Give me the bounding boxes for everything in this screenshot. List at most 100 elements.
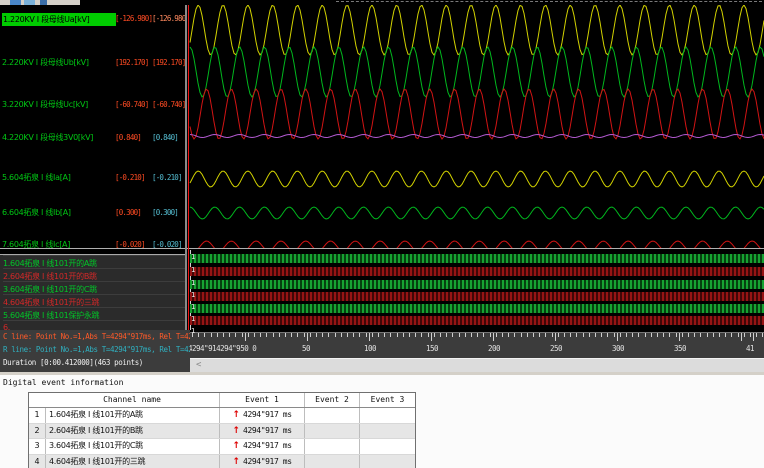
axis-tick-label: 100	[364, 344, 377, 353]
minor-tick	[595, 333, 596, 337]
minor-tick	[688, 333, 689, 337]
minor-tick	[489, 333, 491, 337]
digital-status-bar	[190, 267, 764, 276]
cursor-value-c: [0.300]	[115, 208, 142, 217]
minor-tick	[719, 333, 720, 337]
channel-label: 5.604拓泉 I 线Ia[A]	[2, 173, 71, 182]
minor-tick	[669, 333, 671, 337]
cursor-value-r: [0.840]	[152, 133, 179, 142]
cursor-value-r: [192.170]	[152, 58, 186, 67]
minor-tick	[495, 333, 497, 337]
table-row[interactable]: 2 2.604拓泉 I 线101开的B跳 ↑ 4294"917 ms	[29, 422, 415, 438]
table-row[interactable]: 3 3.604拓泉 I 线101开的C跳 ↑ 4294"917 ms	[29, 438, 415, 454]
time-axis-ruler[interactable]: 4294"914294"950 0 50 100 150 200 250 300 350 41	[190, 332, 764, 359]
channel-name-cell: 4.604拓泉 I 线101开的三跳	[45, 454, 219, 468]
minor-tick	[241, 333, 243, 337]
minor-tick	[551, 333, 553, 337]
minor-tick	[526, 333, 528, 337]
minor-tick	[235, 333, 237, 337]
minor-tick	[378, 333, 379, 337]
digital-channel-label[interactable]: 6.	[3, 320, 185, 330]
event-up-arrow-icon: ↑	[232, 456, 244, 467]
table-row[interactable]: 1 1.604拓泉 I 线101开的A跳 ↑ 4294"917 ms	[29, 408, 415, 423]
axis-tick-label: 150	[426, 344, 439, 353]
minor-tick	[502, 333, 503, 337]
minor-tick	[712, 333, 714, 337]
minor-tick	[743, 333, 745, 337]
channel-label: 3.220KV I 段母线Uc[kV]	[2, 100, 88, 109]
minor-tick	[663, 333, 665, 337]
minor-tick	[601, 333, 603, 337]
event3-cell	[359, 408, 415, 423]
minor-tick	[657, 333, 658, 337]
minor-tick	[520, 333, 522, 337]
cursor-value-c: [0.840]	[115, 133, 142, 142]
minor-tick	[638, 333, 640, 337]
major-tick	[741, 333, 742, 341]
row-number-cell: 2	[34, 425, 40, 435]
minor-tick	[359, 333, 361, 337]
minor-tick	[390, 333, 392, 337]
minor-tick	[409, 333, 410, 337]
minor-tick	[229, 333, 231, 337]
minor-tick	[297, 333, 299, 337]
digital-status-bar	[190, 316, 764, 325]
row-number-cell: 4	[34, 456, 40, 466]
digital-channel-label[interactable]: 4.604拓泉 I 线101开的三跳	[3, 294, 185, 308]
minor-tick	[483, 333, 485, 337]
digital-state-value: 1	[191, 291, 196, 299]
row-number-cell: 3	[34, 441, 40, 450]
cursor-value-r: [-60.740]	[152, 100, 186, 109]
major-tick	[753, 333, 754, 341]
minor-tick	[278, 333, 280, 337]
table-header-cell: Event 1	[219, 393, 304, 407]
minor-tick	[533, 333, 534, 337]
waveform-plot[interactable]	[186, 5, 764, 249]
table-header-cell: Event 3	[359, 393, 415, 407]
minor-tick	[421, 333, 423, 337]
minor-tick	[446, 333, 448, 337]
panel-divider[interactable]	[185, 5, 187, 330]
minor-tick	[681, 333, 683, 337]
digital-status-bar	[190, 280, 764, 289]
minor-tick	[452, 333, 454, 337]
minor-tick	[750, 333, 751, 337]
major-tick	[679, 333, 680, 341]
minor-tick	[725, 333, 727, 337]
digital-channel-list: 1.604拓泉 I 线101开的A跳 2.604拓泉 I 线101开的B跳 3.60…	[0, 254, 186, 330]
digital-channel-label[interactable]: 3.604拓泉 I 线101开的C跳	[3, 281, 185, 295]
waveform-trace	[189, 133, 764, 139]
digital-event-table[interactable]: Channel name Event 1 Event 2 Event 3 1 1.604拓…	[28, 392, 416, 468]
minor-tick	[477, 333, 479, 337]
top-ruler-edge	[336, 1, 762, 2]
major-tick	[555, 333, 556, 341]
minor-tick	[471, 333, 472, 337]
status-c-line: C line: Point No.=1,Abs T=4294"917ms, Re…	[3, 332, 190, 341]
minor-tick	[309, 333, 311, 337]
minor-tick	[440, 333, 441, 337]
digital-status-bar	[190, 254, 764, 263]
digital-channel-label[interactable]: 2.604拓泉 I 线101开的B跳	[3, 268, 185, 282]
digital-channel-label[interactable]: 5.604拓泉 I 线101保护永跳	[3, 307, 185, 321]
minor-tick	[353, 333, 355, 337]
major-tick	[307, 333, 308, 341]
channel-list-panel[interactable]: 1.220KV I 段母线Ua[kV] [-126.980] [-126.980] 2…	[0, 5, 186, 330]
axis-tick-label: 4294"914294"950 0	[190, 344, 257, 353]
horizontal-scrollbar[interactable]: <	[190, 358, 764, 373]
minor-tick	[396, 333, 398, 337]
digital-channel-label[interactable]: 1.604拓泉 I 线101开的A跳	[3, 255, 185, 269]
minor-tick	[316, 333, 317, 337]
scrollbar-left-arrow-icon[interactable]: <	[196, 360, 201, 370]
major-tick	[617, 333, 618, 341]
minor-tick	[303, 333, 305, 337]
cursor-value-r: [-0.210]	[152, 173, 183, 182]
major-tick	[431, 333, 432, 341]
cursor-line-c[interactable]	[188, 5, 189, 331]
table-row[interactable]: 4 4.604拓泉 I 线101开的三跳 ↑ 4294"917 ms	[29, 453, 415, 468]
digital-state-value: 1	[191, 315, 196, 323]
channel-label: 6.604拓泉 I 线Ib[A]	[2, 208, 71, 217]
major-tick	[369, 333, 370, 341]
axis-tick-label: 50	[302, 344, 311, 353]
row-number-cell: 1	[34, 410, 40, 419]
status-duration: Duration [0:00.412000](463 points)	[3, 358, 143, 367]
